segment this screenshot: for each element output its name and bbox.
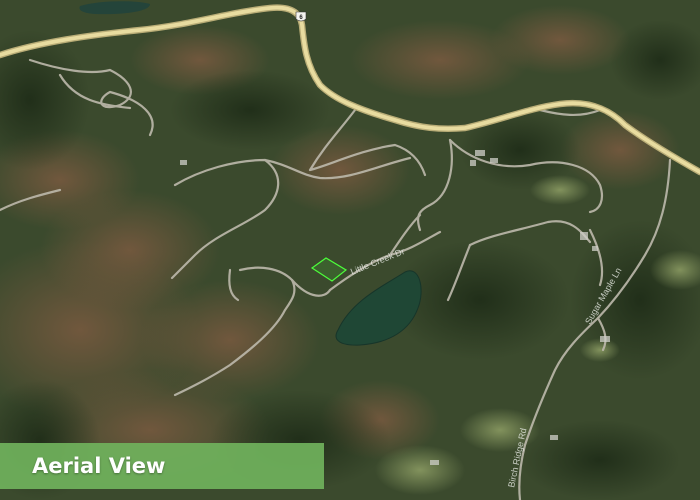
satellite-imagery: Little Creek Dr Sugar Maple Ln Birch Rid… bbox=[0, 0, 700, 500]
highway-shield-icon: 6 bbox=[295, 11, 307, 22]
aerial-view-banner: Aerial View bbox=[0, 443, 324, 489]
banner-title: Aerial View bbox=[32, 454, 166, 478]
aerial-map-view[interactable]: Little Creek Dr Sugar Maple Ln Birch Rid… bbox=[0, 0, 700, 500]
